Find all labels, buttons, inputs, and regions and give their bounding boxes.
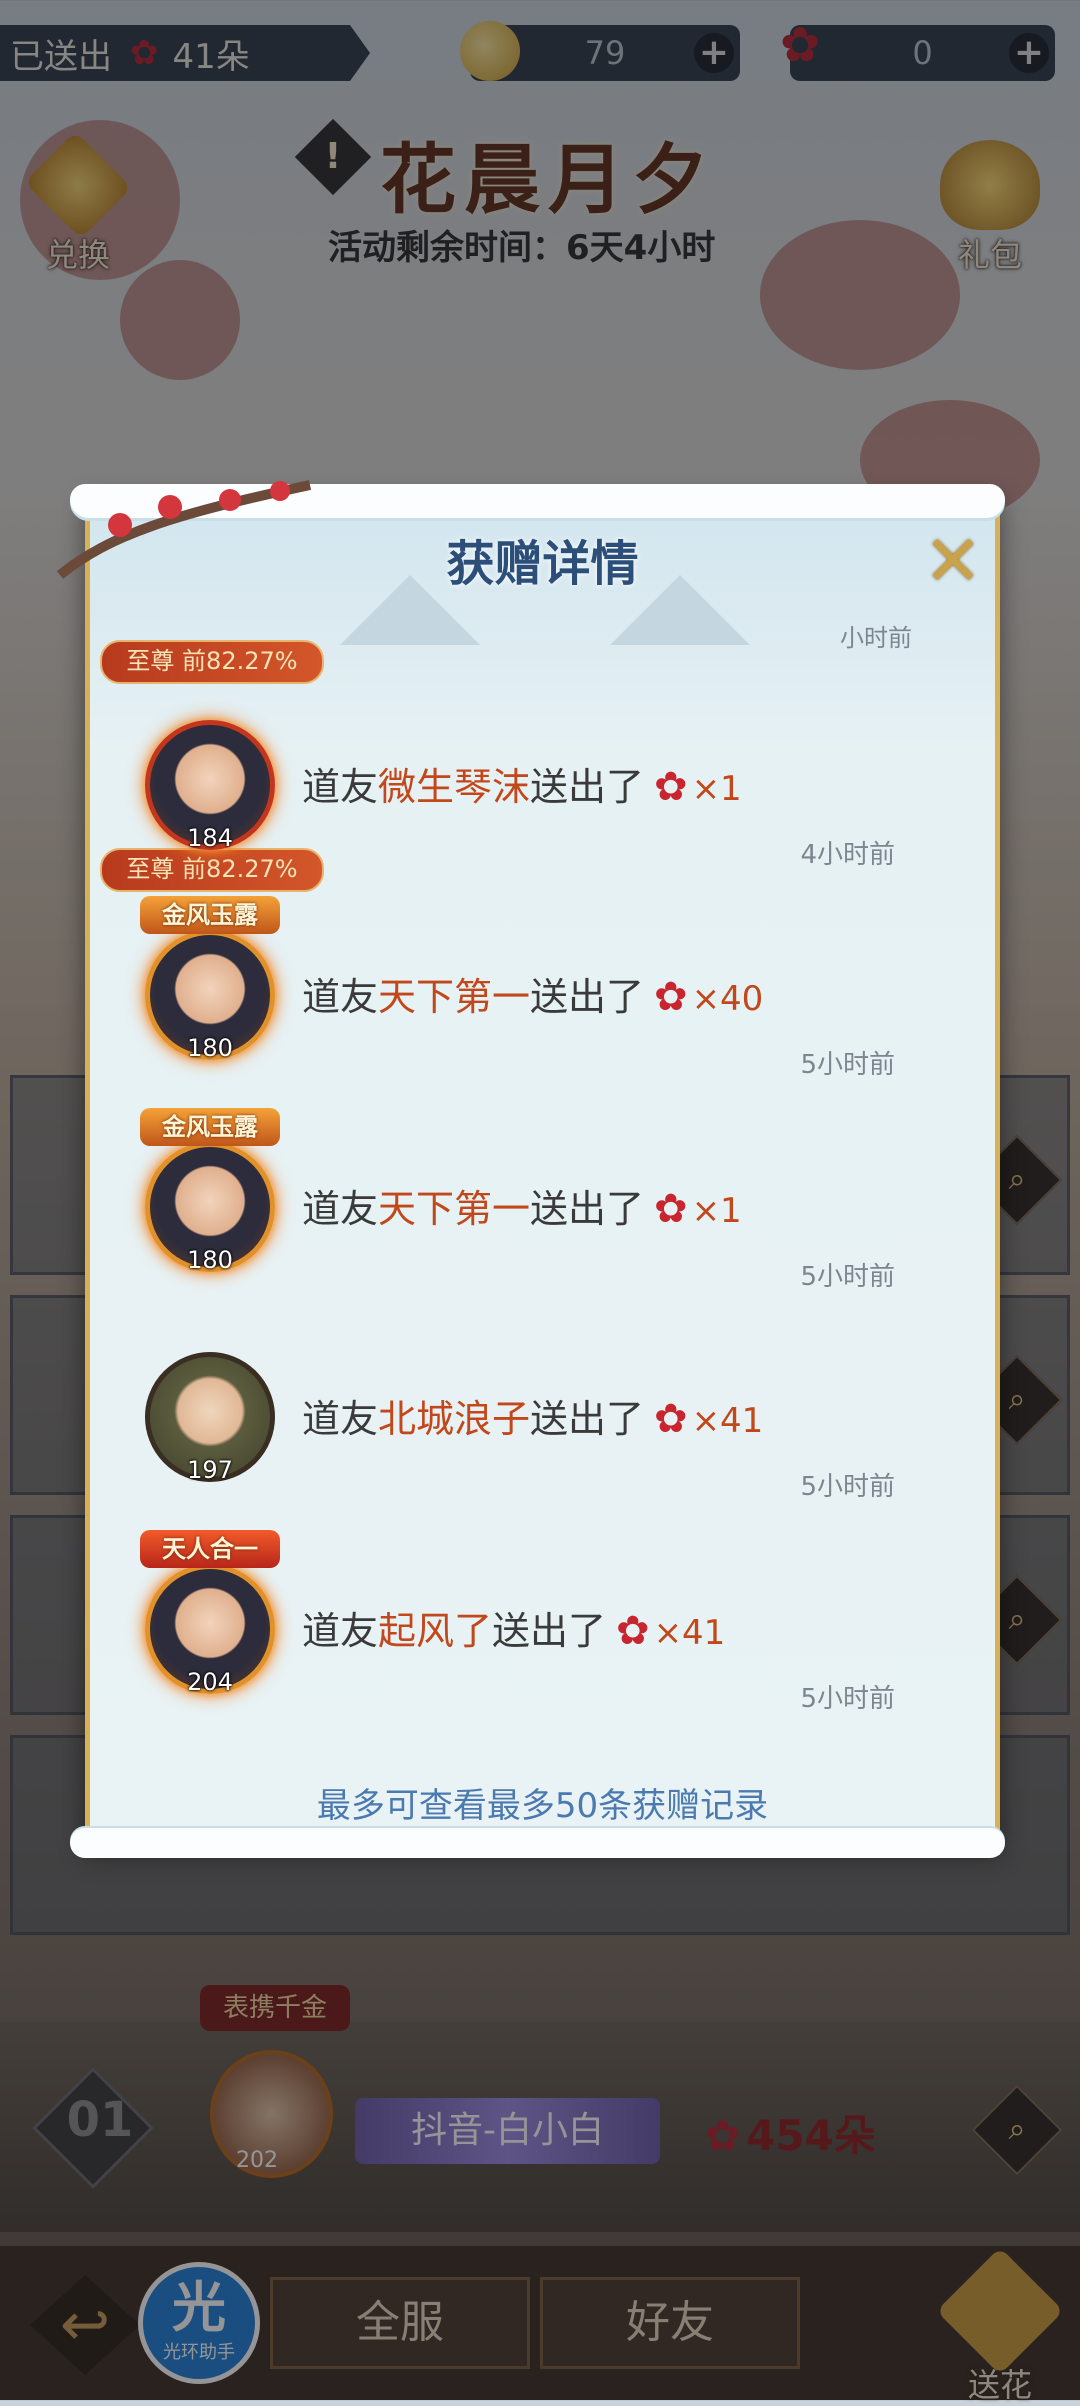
avatar-level: 180 [187,1246,233,1274]
record-suffix: 送出了 [530,975,645,1019]
record-time: 5小时前 [800,1684,895,1714]
record-suffix: 送出了 [492,1609,607,1653]
gift-quantity: ×40 [691,979,764,1019]
gift-quantity: ×1 [691,1191,742,1231]
snow-bottom-decoration [70,1828,1005,1858]
flower-icon: ✿ [654,764,688,810]
gift-record-item: 金风玉露 180 道友天下第一送出了 ✿ ×1 5小时前 [140,1108,960,1334]
record-time: 4小时前 [800,840,895,870]
record-suffix: 送出了 [530,765,645,809]
sender-name[interactable]: 微生琴沫 [378,765,530,809]
gift-record-text: 道友天下第一送出了 ✿ ×1 [302,1178,742,1233]
flower-icon: ✿ [654,1186,688,1232]
record-prefix: 道友 [302,1397,379,1441]
record-prefix: 道友 [302,975,379,1019]
record-time: 5小时前 [800,1262,895,1292]
record-prefix: 道友 [302,765,379,809]
gift-quantity: ×1 [691,769,742,809]
gift-quantity: ×41 [653,1613,726,1653]
avatar-title-badge: 金风玉露 [140,896,280,934]
avatar-title-badge: 天人合一 [140,1530,280,1568]
avatar[interactable]: 金风玉露 180 [140,1108,280,1274]
record-suffix: 送出了 [530,1187,645,1231]
record-prefix: 道友 [302,1187,379,1231]
sender-name[interactable]: 天下第一 [378,1187,530,1231]
avatar[interactable]: 金风玉露 180 [140,896,280,1062]
clipped-previous-time: 小时前 [840,624,912,652]
record-prefix: 道友 [302,1609,379,1653]
record-time: 5小时前 [800,1472,895,1502]
avatar-level: 204 [187,1668,233,1696]
flower-icon: ✿ [654,974,688,1020]
record-suffix: 送出了 [530,1397,645,1441]
sender-name[interactable]: 北城浪子 [378,1397,530,1441]
avatar-level: 180 [187,1034,233,1062]
gift-record-text: 道友北城浪子送出了 ✿ ×41 [302,1388,763,1443]
sender-name[interactable]: 起风了 [378,1609,492,1653]
gift-record-text: 道友起风了送出了 ✿ ×41 [302,1600,725,1655]
modal-title: 获赠详情 [446,536,639,592]
gift-record-text: 道友天下第一送出了 ✿ ×40 [302,966,763,1021]
sender-name[interactable]: 天下第一 [378,975,530,1019]
flower-icon: ✿ [654,1396,688,1442]
close-icon: ✕ [923,520,983,602]
gift-record-text: 道友微生琴沫送出了 ✿ ×1 [302,756,742,811]
avatar[interactable]: 197 [140,1344,280,1484]
flower-icon: ✿ [616,1608,650,1654]
gift-record-item: 金风玉露 180 道友天下第一送出了 ✿ ×40 5小时前 [140,896,960,1122]
close-button[interactable]: ✕ [920,526,986,596]
record-time: 5小时前 [800,1050,895,1080]
gift-record-item: 天人合一 204 道友起风了送出了 ✿ ×41 5小时前 [140,1530,960,1756]
record-limit-note: 最多可查看最多50条获赠记录 [316,1786,769,1826]
gift-record-item: 184 道友微生琴沫送出了 ✿ ×1 4小时前 [140,712,960,912]
avatar[interactable]: 天人合一 204 [140,1530,280,1696]
avatar[interactable]: 184 [140,712,280,852]
rank-tag: 至尊 前82.27% [100,640,324,684]
avatar-level: 197 [187,1456,233,1484]
gift-quantity: ×41 [691,1401,764,1441]
avatar-level: 184 [187,824,233,852]
gift-record-item: 197 道友北城浪子送出了 ✿ ×41 5小时前 [140,1344,960,1544]
avatar-title-badge: 金风玉露 [140,1108,280,1146]
